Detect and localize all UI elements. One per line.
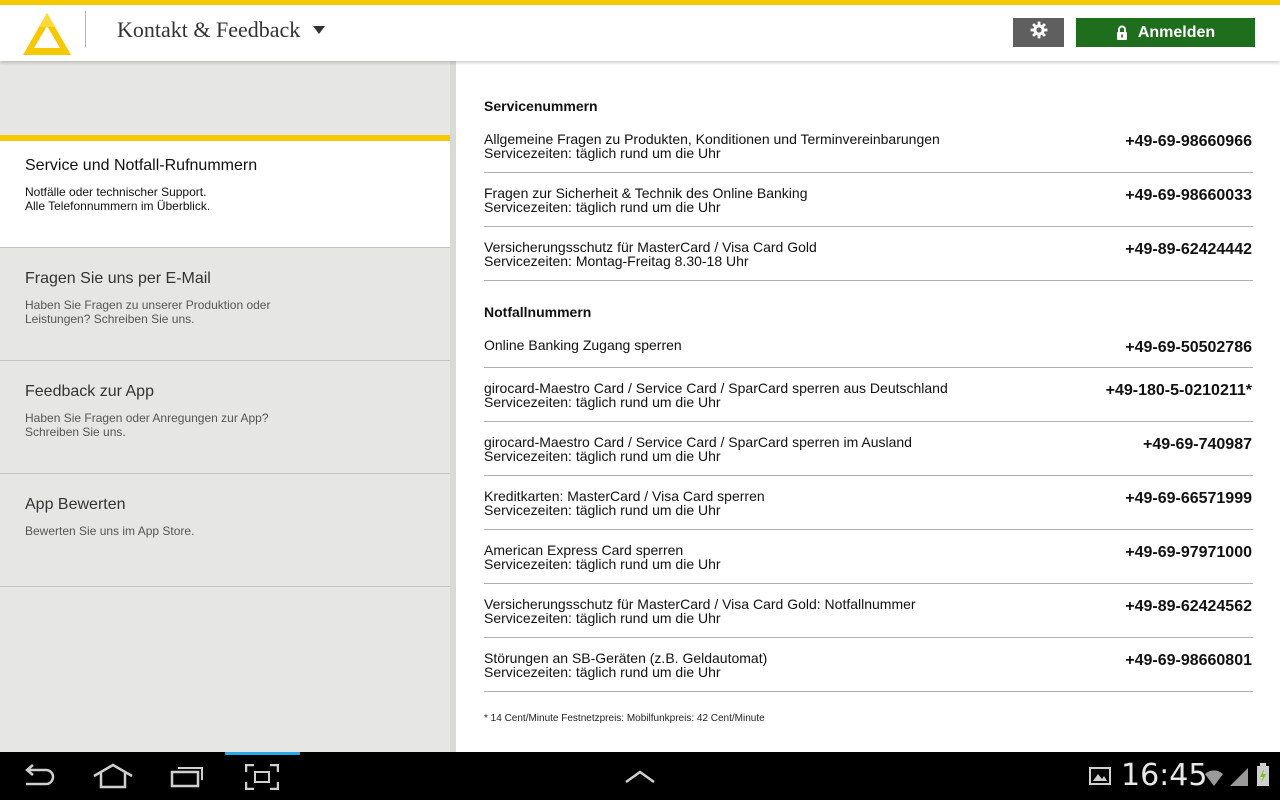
home-icon[interactable]: [92, 763, 134, 794]
screenshot-icon[interactable]: [244, 763, 280, 795]
sidebar-item-email[interactable]: Fragen Sie uns per E-Mail Haben Sie Frag…: [0, 248, 450, 361]
sidebar-item-desc: Haben Sie Fragen oder Anregungen zur App…: [25, 411, 269, 439]
sidebar-item-title: Fragen Sie uns per E-Mail: [25, 270, 211, 287]
list-item: girocard-Maestro Card / Service Card / S…: [484, 381, 1253, 422]
gallery-icon: [1089, 767, 1111, 790]
phone-number-link[interactable]: +49-69-98660801: [1125, 652, 1252, 670]
battery-icon: [1256, 763, 1270, 792]
row-label: Allgemeine Fragen zu Produkten, Konditio…: [484, 131, 940, 147]
row-hours: Servicezeiten: täglich rund um die Uhr: [484, 145, 721, 161]
page-title: Kontakt & Feedback: [117, 17, 301, 42]
sidebar-item-title: Service und Notfall-Rufnummern: [25, 157, 258, 174]
row-hours: Servicezeiten: Montag-Freitag 8.30-18 Uh…: [484, 253, 749, 269]
lock-icon: [1116, 25, 1128, 41]
row-label: Kreditkarten: MasterCard / Visa Card spe…: [484, 488, 765, 504]
list-item: Versicherungsschutz für MasterCard / Vis…: [484, 240, 1253, 281]
login-button[interactable]: Anmelden: [1076, 18, 1255, 47]
system-nav-bar: 16:45: [0, 752, 1280, 800]
phone-number-link[interactable]: +49-69-66571999: [1125, 490, 1252, 508]
phone-number-link[interactable]: +49-69-50502786: [1125, 339, 1252, 357]
list-item: Allgemeine Fragen zu Produkten, Konditio…: [484, 132, 1253, 173]
row-hours: Servicezeiten: täglich rund um die Uhr: [484, 664, 721, 680]
sidebar-item-desc: Haben Sie Fragen zu unserer Produktion o…: [25, 298, 271, 326]
back-icon[interactable]: [20, 764, 56, 795]
gear-icon: [1030, 21, 1048, 44]
login-label: Anmelden: [1137, 23, 1216, 41]
list-item: American Express Card sperren Servicezei…: [484, 543, 1253, 584]
sidebar-item-desc: Bewerten Sie uns im App Store.: [25, 524, 195, 538]
section-heading-emergency: Notfallnummern: [484, 304, 592, 320]
row-label: Fragen zur Sicherheit & Technik des Onli…: [484, 185, 808, 201]
up-chevron-icon[interactable]: [624, 770, 656, 789]
sidebar-item-app-feedback[interactable]: Feedback zur App Haben Sie Fragen oder A…: [0, 361, 450, 474]
sidebar-item-rate-app[interactable]: App Bewerten Bewerten Sie uns im App Sto…: [0, 474, 450, 587]
list-item: Kreditkarten: MasterCard / Visa Card spe…: [484, 489, 1253, 530]
sidebar: Service und Notfall-Rufnummern Notfälle …: [0, 61, 450, 752]
app-header: Kontakt & Feedback Anmelden: [0, 5, 1280, 61]
row-label: girocard-Maestro Card / Service Card / S…: [484, 434, 912, 450]
list-item: Online Banking Zugang sperren +49-69-505…: [484, 338, 1253, 368]
price-footnote: * 14 Cent/Minute Festnetzpreis: Mobilfun…: [484, 713, 765, 724]
row-hours: Servicezeiten: täglich rund um die Uhr: [484, 199, 721, 215]
phone-number-link[interactable]: +49-69-98660966: [1125, 133, 1252, 151]
row-hours: Servicezeiten: täglich rund um die Uhr: [484, 610, 721, 626]
phone-number-link[interactable]: +49-69-98660033: [1125, 187, 1252, 205]
wifi-icon: [1203, 765, 1225, 792]
list-item: Störungen an SB-Geräten (z.B. Geldautoma…: [484, 651, 1253, 692]
main-content: Servicenummern Allgemeine Fragen zu Prod…: [456, 61, 1280, 752]
row-hours: Servicezeiten: täglich rund um die Uhr: [484, 394, 721, 410]
section-heading-service: Servicenummern: [484, 98, 598, 114]
row-label: Versicherungsschutz für MasterCard / Vis…: [484, 596, 916, 612]
phone-number-link[interactable]: +49-180-5-0210211*: [1106, 382, 1252, 400]
recent-apps-icon[interactable]: [170, 764, 206, 793]
phone-number-link[interactable]: +49-89-62424562: [1125, 598, 1252, 616]
section-title-dropdown[interactable]: Kontakt & Feedback: [117, 17, 326, 43]
sidebar-item-service-numbers[interactable]: Service und Notfall-Rufnummern Notfälle …: [0, 135, 450, 248]
list-item: girocard-Maestro Card / Service Card / S…: [484, 435, 1253, 476]
row-label: girocard-Maestro Card / Service Card / S…: [484, 380, 948, 396]
row-label: American Express Card sperren: [484, 542, 684, 558]
list-item: Versicherungsschutz für MasterCard / Vis…: [484, 597, 1253, 638]
logo-separator: [85, 11, 86, 47]
row-hours: Servicezeiten: täglich rund um die Uhr: [484, 556, 721, 572]
row-label: Störungen an SB-Geräten (z.B. Geldautoma…: [484, 650, 768, 666]
sidebar-item-title: Feedback zur App: [25, 383, 154, 400]
row-hours: Servicezeiten: täglich rund um die Uhr: [484, 502, 721, 518]
phone-number-link[interactable]: +49-69-97971000: [1125, 544, 1252, 562]
list-item: Fragen zur Sicherheit & Technik des Onli…: [484, 186, 1253, 227]
signal-icon: [1229, 765, 1249, 792]
row-label: Online Banking Zugang sperren: [484, 337, 682, 353]
phone-number-link[interactable]: +49-89-62424442: [1125, 241, 1252, 259]
row-hours: Servicezeiten: täglich rund um die Uhr: [484, 448, 721, 464]
row-label: Versicherungsschutz für MasterCard / Vis…: [484, 239, 817, 255]
phone-number-link[interactable]: +49-69-740987: [1143, 436, 1252, 454]
caret-down-icon: [313, 26, 326, 34]
clock: 16:45: [1121, 758, 1208, 793]
sidebar-item-desc: Notfälle oder technischer Support. Alle …: [25, 185, 211, 213]
bank-logo-icon[interactable]: [20, 10, 74, 60]
settings-button[interactable]: [1013, 18, 1064, 47]
sidebar-item-title: App Bewerten: [25, 496, 126, 513]
active-indicator: [225, 752, 300, 755]
